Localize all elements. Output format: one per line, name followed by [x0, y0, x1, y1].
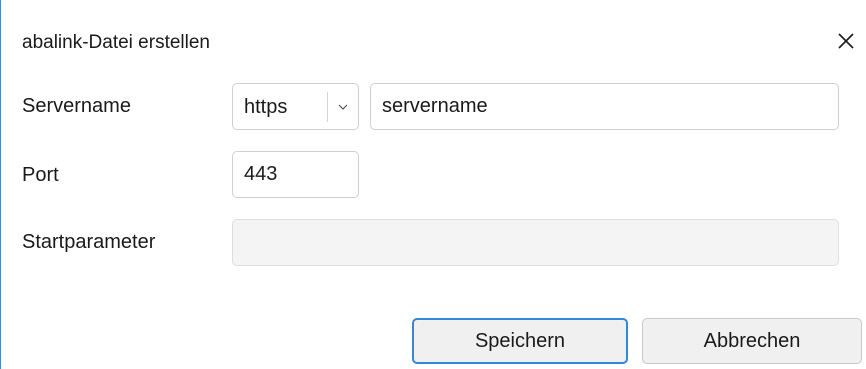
port-input[interactable] [233, 152, 358, 197]
port-field[interactable] [232, 151, 359, 198]
servername-input[interactable] [371, 84, 838, 129]
protocol-select[interactable]: https [232, 83, 359, 130]
chevron-down-icon [338, 104, 348, 110]
startparameter-field[interactable] [232, 219, 839, 266]
close-icon [838, 33, 854, 49]
port-label: Port [22, 164, 59, 186]
select-divider [327, 92, 328, 122]
servername-label: Servername [22, 95, 131, 117]
servername-field[interactable] [370, 83, 839, 130]
title-bar: abalink-Datei erstellen [1, 0, 866, 88]
startparameter-input[interactable] [233, 220, 838, 265]
protocol-value: https [244, 96, 288, 118]
close-button[interactable] [831, 26, 861, 56]
abalink-dialog: abalink-Datei erstellen Servername https… [0, 0, 866, 369]
dialog-title: abalink-Datei erstellen [22, 32, 210, 53]
cancel-button[interactable]: Abbrechen [642, 318, 862, 364]
save-button[interactable]: Speichern [412, 318, 628, 364]
startparameter-label: Startparameter [22, 231, 156, 253]
